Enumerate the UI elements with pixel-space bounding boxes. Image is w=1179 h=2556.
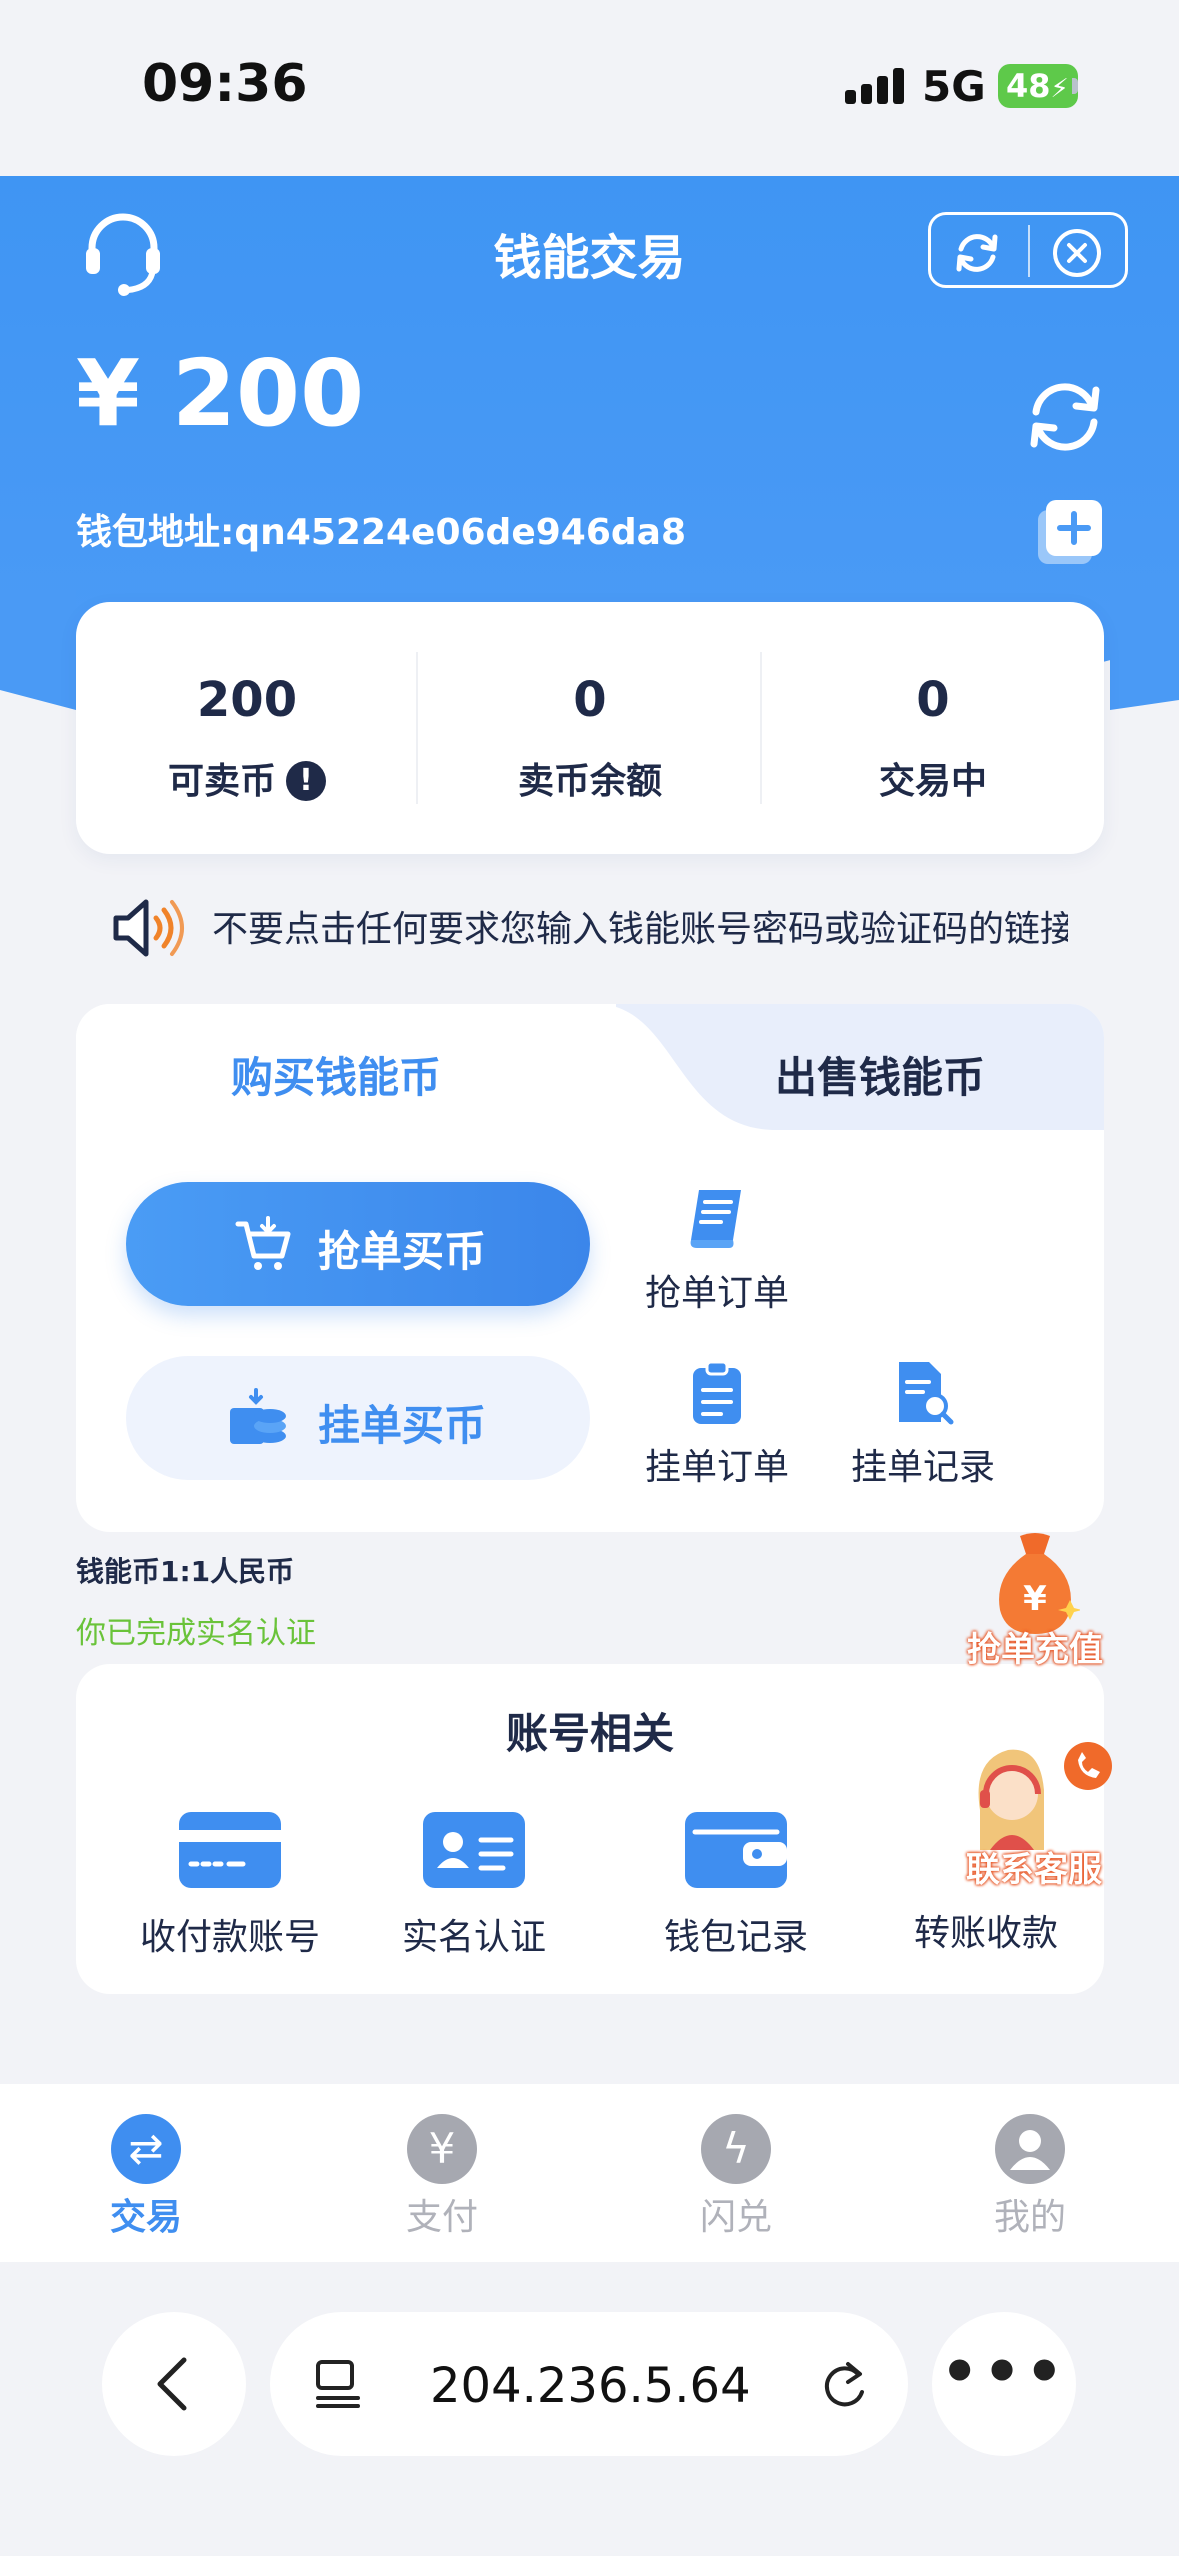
list-buy-button[interactable]: 挂单买币 [126, 1356, 590, 1480]
status-bar: 09:36 5G 48⚡ [0, 0, 1179, 176]
speaker-icon [112, 896, 188, 960]
list-orders-link[interactable]: 挂单订单 [622, 1360, 812, 1490]
tab-flash-exchange[interactable]: ϟ 闪兑 [636, 2114, 836, 2240]
refresh-balance-button[interactable] [1024, 376, 1106, 458]
user-icon [995, 2114, 1065, 2184]
sellable-coins: 200 可卖币! [76, 602, 418, 854]
list-records-link[interactable]: 挂单记录 [828, 1360, 1018, 1490]
add-copy-icon [1038, 500, 1102, 564]
card-icon [179, 1812, 281, 1888]
flash-icon: ϟ [701, 2114, 771, 2184]
verification-status: 你已完成实名认证 [76, 1616, 316, 1651]
document-search-icon [899, 1362, 954, 1425]
mini-program-capsule [928, 212, 1128, 288]
tab-sell[interactable]: 出售钱能币 [656, 1044, 1104, 1105]
reload-button[interactable] [949, 225, 1005, 281]
svg-text:¥: ¥ [1023, 1579, 1047, 1619]
url-text: 204.236.5.64 [430, 2358, 751, 2414]
tab-mine[interactable]: 我的 [930, 2114, 1130, 2240]
close-icon [1053, 229, 1101, 277]
status-time: 09:36 [142, 54, 308, 114]
balance-amount: ¥ 200 [76, 340, 365, 447]
more-options-button[interactable]: ••• [932, 2312, 1076, 2456]
reload-page-icon[interactable] [818, 2358, 870, 2412]
battery-icon: 48⚡ [998, 64, 1078, 108]
yen-icon: ¥ [407, 2114, 477, 2184]
payment-accounts-item[interactable]: 收付款账号 [110, 1812, 350, 1960]
grab-buy-button[interactable]: 抢单买币 [126, 1182, 590, 1306]
cart-icon [235, 1216, 291, 1270]
notice-marquee: 不要点击任何要求您输入钱能账号密码或验证码的链接 [212, 909, 1068, 950]
copy-address-button[interactable] [1036, 498, 1104, 566]
info-icon[interactable]: ! [286, 761, 326, 801]
exchange-rate: 钱能币1:1人民币 [76, 1555, 295, 1588]
network-type: 5G [922, 62, 986, 111]
refresh-icon [1030, 383, 1100, 451]
tab-pay[interactable]: ¥ 支付 [342, 2114, 542, 2240]
clipboard-icon [693, 1360, 741, 1424]
signal-icon [845, 68, 905, 104]
close-button[interactable] [1049, 225, 1105, 281]
customer-service-float-button[interactable]: 联系客服 [950, 1740, 1118, 1900]
chevron-left-icon [157, 2357, 187, 2411]
receipt-icon [690, 1190, 741, 1248]
swap-icon: ⇄ [111, 2114, 181, 2184]
sell-balance: 0 卖币余额 [517, 672, 662, 802]
coins-icon [230, 1388, 286, 1444]
wallet-icon [685, 1812, 787, 1888]
tab-trade[interactable]: ⇄ 交易 [46, 2114, 246, 2240]
wallet-records-item[interactable]: 钱包记录 [616, 1812, 856, 1960]
address-bar[interactable]: 204.236.5.64 [270, 2312, 908, 2456]
page-menu-icon[interactable] [314, 2358, 366, 2410]
trade-card: 购买钱能币 出售钱能币 抢单买币 挂单买币 抢单订单 挂单订单 挂单记录 [76, 1004, 1104, 1532]
back-button[interactable] [102, 2312, 246, 2456]
wallet-address: 钱包地址:qn45224e06de946da8 [76, 512, 686, 553]
reload-icon [956, 234, 998, 272]
bottom-tab-bar: ⇄ 交易 ¥ 支付 ϟ 闪兑 我的 [0, 2084, 1179, 2262]
grab-orders-link[interactable]: 抢单订单 [622, 1186, 812, 1316]
tab-buy[interactable]: 购买钱能币 [76, 1044, 596, 1105]
grab-recharge-float-button[interactable]: ¥ 抢单充值 [954, 1530, 1116, 1680]
ellipsis-icon: ••• [940, 2337, 1068, 2407]
in-trade: 0 交易中 [878, 672, 987, 802]
real-name-verification-item[interactable]: 实名认证 [354, 1812, 594, 1960]
balance-summary-card: 200 可卖币! 0 卖币余额 0 交易中 [76, 602, 1104, 854]
id-card-icon [423, 1812, 525, 1888]
